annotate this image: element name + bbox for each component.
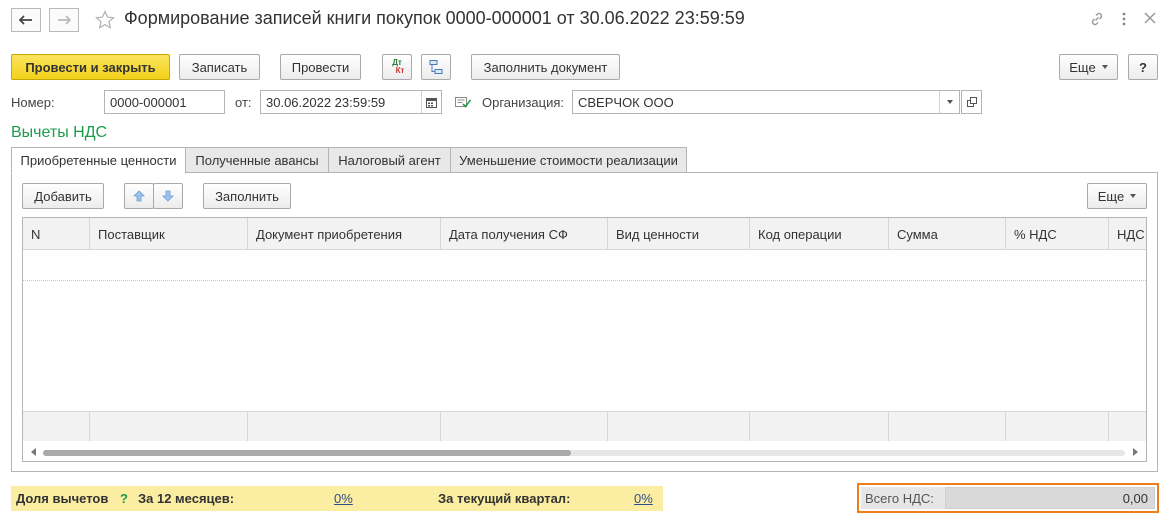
post-button[interactable]: Провести [280, 54, 361, 80]
fill-table-button[interactable]: Заполнить [203, 183, 291, 209]
total-vat-label: Всего НДС: [865, 491, 934, 506]
add-row-button[interactable]: Добавить [22, 183, 104, 209]
more-button[interactable]: Еще [1059, 54, 1118, 80]
organization-label: Организация: [482, 95, 565, 110]
back-button[interactable] [11, 8, 41, 32]
more-vertical-icon[interactable] [1121, 11, 1127, 30]
table-footer [23, 411, 1146, 442]
quarter-label: За текущий квартал: [438, 491, 571, 506]
number-label: Номер: [11, 95, 55, 110]
column-header[interactable]: НДС [1109, 218, 1146, 250]
table-more-label: Еще [1097, 188, 1125, 204]
kt-label: Кт [395, 66, 405, 75]
tab-acquired-values[interactable]: Приобретенные ценности [11, 147, 186, 174]
scroll-track[interactable] [43, 450, 1125, 456]
close-icon[interactable] [1143, 11, 1157, 28]
page-title: Формирование записей книги покупок 0000-… [124, 8, 745, 28]
more-button-label: Еще [1069, 59, 1096, 75]
date-field[interactable]: 30.06.2022 23:59:59 [260, 90, 442, 114]
column-header[interactable]: % НДС [1006, 218, 1109, 250]
chevron-down-icon [1101, 65, 1108, 69]
history-check-icon[interactable] [455, 96, 472, 111]
fill-document-button[interactable]: Заполнить документ [471, 54, 620, 80]
scroll-right-icon[interactable] [1133, 448, 1138, 456]
save-button[interactable]: Записать [179, 54, 260, 80]
favorite-star-icon[interactable] [95, 10, 115, 33]
move-down-button[interactable] [153, 183, 183, 209]
column-header[interactable]: Сумма [889, 218, 1006, 250]
help-question-icon[interactable]: ? [120, 491, 128, 506]
dt-kt-button[interactable]: Дт Кт [382, 54, 412, 80]
structure-button[interactable] [421, 54, 451, 80]
organization-value: СВЕРЧОК ООО [578, 95, 674, 110]
calendar-icon[interactable] [421, 91, 441, 113]
date-label: от: [235, 95, 252, 110]
deduction-share-label: Доля вычетов [16, 491, 109, 506]
months-value-link[interactable]: 0% [334, 491, 353, 506]
column-header[interactable]: Код операции [750, 218, 889, 250]
number-field[interactable]: 0000-000001 [104, 90, 225, 114]
dropdown-chevron-icon[interactable] [939, 91, 959, 113]
column-header[interactable]: Дата получения СФ [441, 218, 608, 250]
structure-icon [429, 60, 443, 74]
column-header[interactable]: Вид ценности [608, 218, 750, 250]
table[interactable]: N Поставщик Документ приобретения Дата п… [22, 217, 1147, 462]
link-icon[interactable] [1089, 11, 1105, 30]
table-row[interactable] [23, 250, 1146, 281]
quarter-value-link[interactable]: 0% [634, 491, 653, 506]
scroll-left-icon[interactable] [31, 448, 36, 456]
forward-button[interactable] [49, 8, 79, 32]
column-header[interactable]: N [23, 218, 90, 250]
column-header[interactable]: Поставщик [90, 218, 248, 250]
back-arrow-icon [19, 15, 32, 25]
months-label: За 12 месяцев: [138, 491, 235, 506]
forward-arrow-icon [58, 15, 71, 25]
chevron-down-icon [1130, 194, 1137, 198]
open-organization-button[interactable] [961, 90, 982, 114]
move-up-button[interactable] [124, 183, 154, 209]
table-header: N Поставщик Документ приобретения Дата п… [23, 218, 1146, 250]
organization-field[interactable]: СВЕРЧОК ООО [572, 90, 960, 114]
tab-received-advances[interactable]: Полученные авансы [185, 147, 329, 173]
open-window-icon [966, 97, 977, 107]
horizontal-scrollbar[interactable] [23, 441, 1146, 461]
table-more-button[interactable]: Еще [1087, 183, 1147, 209]
section-title: Вычеты НДС [11, 124, 108, 141]
post-and-close-button[interactable]: Провести и закрыть [11, 54, 170, 80]
deduction-share-bar: Доля вычетов ? За 12 месяцев: 0% За теку… [11, 486, 663, 511]
scroll-thumb[interactable] [43, 450, 571, 456]
total-vat-box: Всего НДС: 0,00 [857, 483, 1159, 513]
column-header[interactable]: Документ приобретения [248, 218, 441, 250]
total-vat-value: 0,00 [945, 487, 1155, 509]
help-button[interactable]: ? [1128, 54, 1158, 80]
tab-sales-cost-reduction[interactable]: Уменьшение стоимости реализации [450, 147, 687, 173]
arrow-down-icon [162, 190, 174, 202]
tab-tax-agent[interactable]: Налоговый агент [328, 147, 451, 173]
date-value: 30.06.2022 23:59:59 [266, 95, 386, 110]
arrow-up-icon [133, 190, 145, 202]
